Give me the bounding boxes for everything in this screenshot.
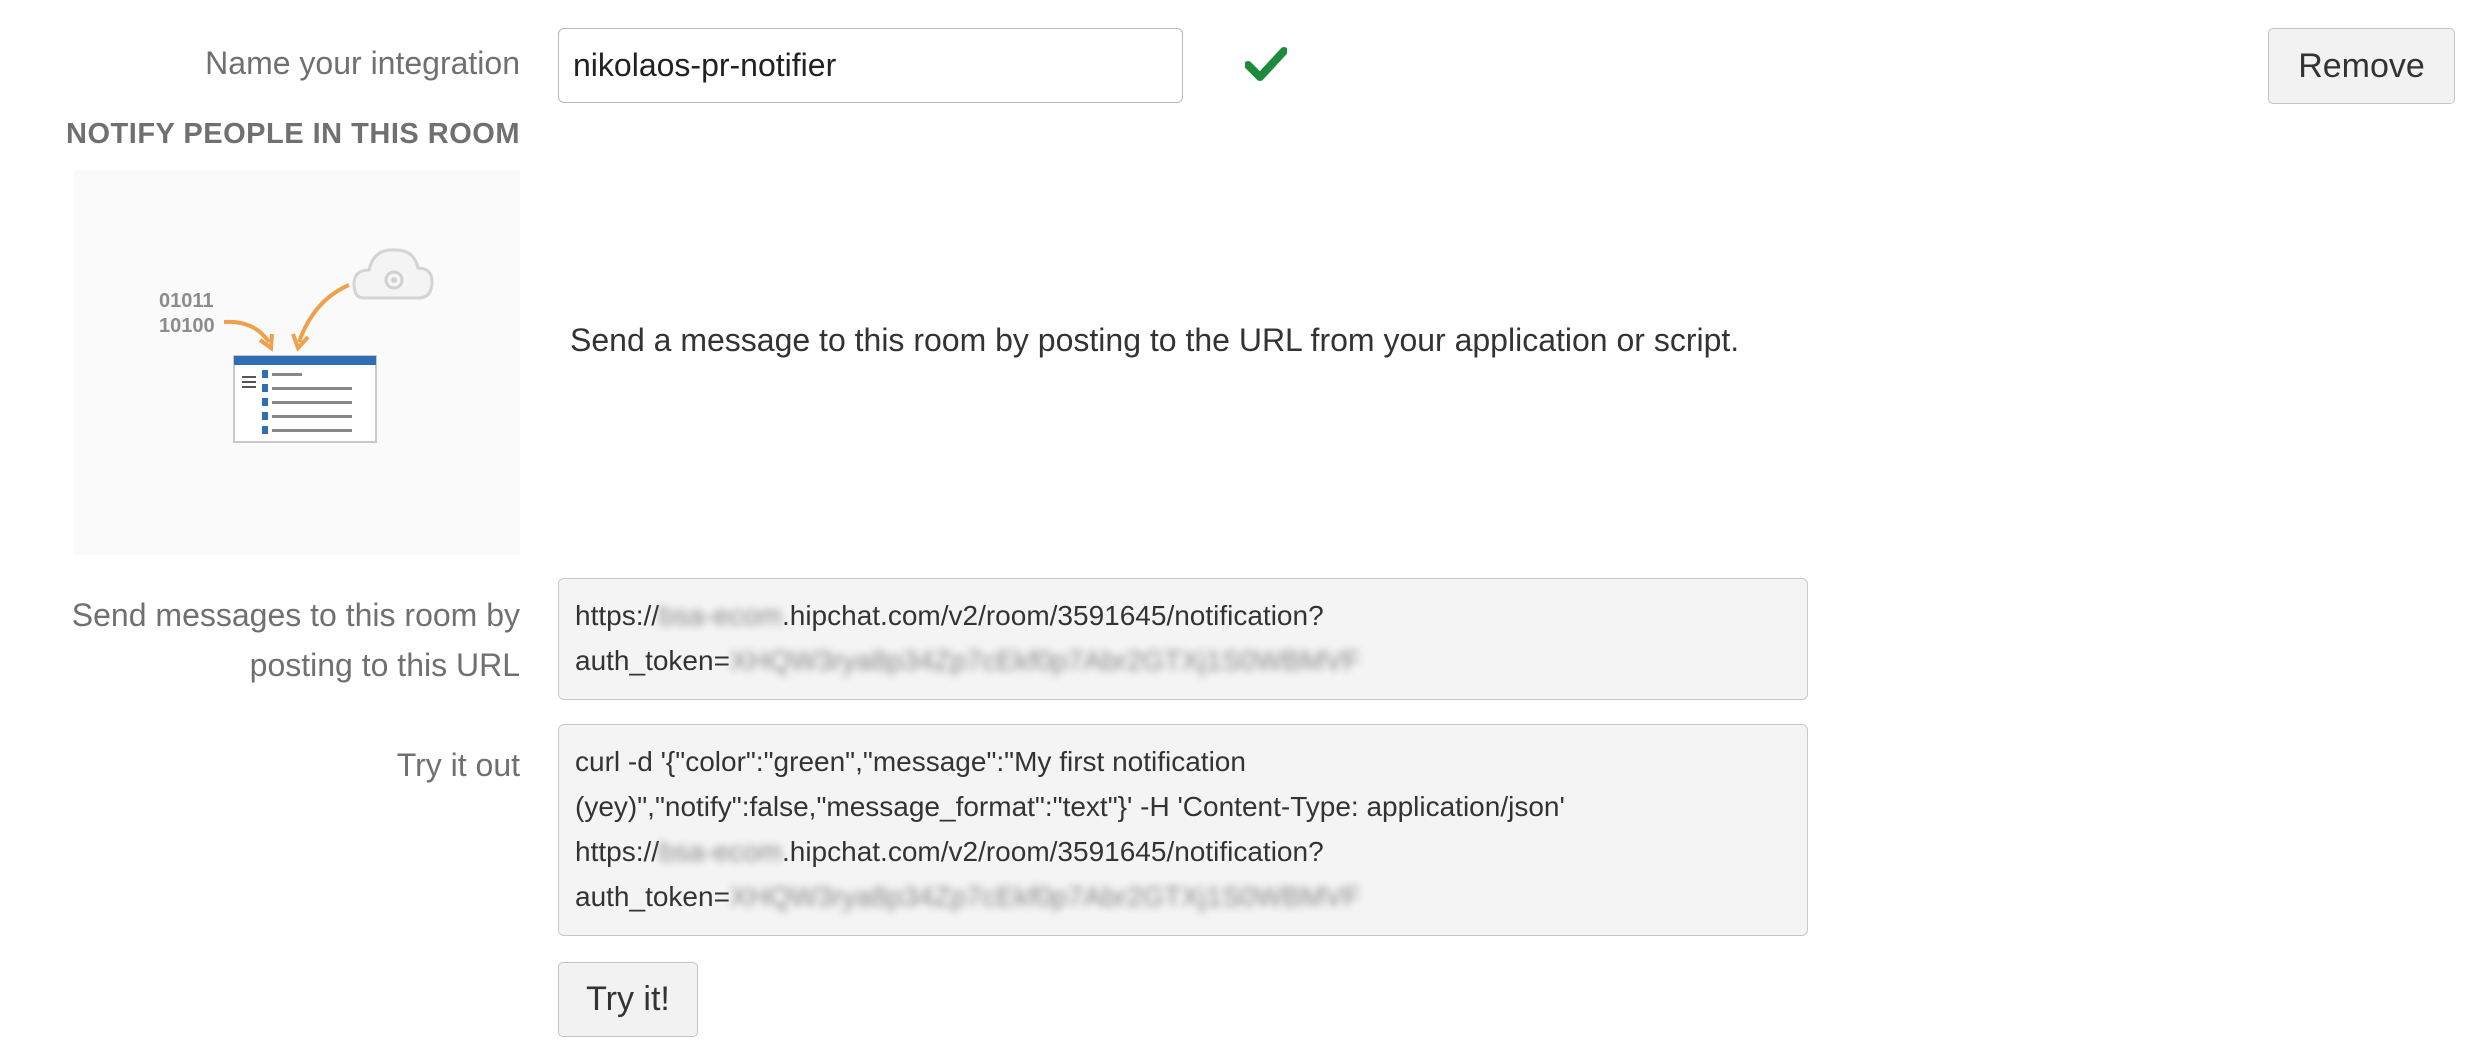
section-heading: NOTIFY PEOPLE IN THIS ROOM (66, 118, 520, 150)
url-line-2: auth_token=XHQW3rya8p34Zp7cEkf0p7Abr2GTX… (575, 645, 1361, 676)
binary-text-2: 10100 (159, 315, 215, 337)
binary-text-1: 01011 (159, 290, 214, 312)
url-label: Send messages to this room by posting to… (72, 590, 520, 690)
checkmark-icon (1245, 47, 1287, 81)
name-label: Name your integration (205, 45, 520, 81)
redacted-token: XHQW3rya8p34Zp7cEkf0p7Abr2GTXj1S0WBMVF (729, 645, 1361, 676)
room-window-icon (233, 355, 377, 443)
curl-line-1: curl -d '{"color":"green","message":"My … (575, 746, 1246, 777)
redacted-token: XHQW3rya8p34Zp7cEkf0p7Abr2GTXj1S0WBMVF (729, 881, 1361, 912)
integration-name-input[interactable] (558, 28, 1183, 103)
notification-url-box[interactable]: https://bsa-ecom.hipchat.com/v2/room/359… (558, 578, 1808, 700)
curl-line-3: https://bsa-ecom.hipchat.com/v2/room/359… (575, 836, 1324, 867)
curl-example-box[interactable]: curl -d '{"color":"green","message":"My … (558, 724, 1808, 936)
cloud-gear-icon (352, 248, 434, 300)
curl-line-2: (yey)","notify":false,"message_format":"… (575, 791, 1565, 822)
integration-settings-page: Name your integration Remove NOTIFY PEOP… (0, 0, 2468, 1048)
arrow-icon (223, 283, 350, 352)
url-label-line2: posting to this URL (249, 647, 520, 683)
integration-description: Send a message to this room by posting t… (570, 322, 1740, 358)
try-it-button[interactable]: Try it! (558, 962, 698, 1037)
remove-button[interactable]: Remove (2268, 28, 2455, 104)
redacted-subdomain: bsa-ecom (659, 836, 782, 867)
url-label-line1: Send messages to this room by (71, 597, 520, 633)
try-it-out-label: Try it out (396, 747, 520, 783)
curl-line-4: auth_token=XHQW3rya8p34Zp7cEkf0p7Abr2GTX… (575, 881, 1361, 912)
notification-api-illustration: 01011 10100 (74, 170, 520, 555)
redacted-subdomain: bsa-ecom (659, 600, 782, 631)
url-line-1: https://bsa-ecom.hipchat.com/v2/room/359… (575, 600, 1324, 631)
